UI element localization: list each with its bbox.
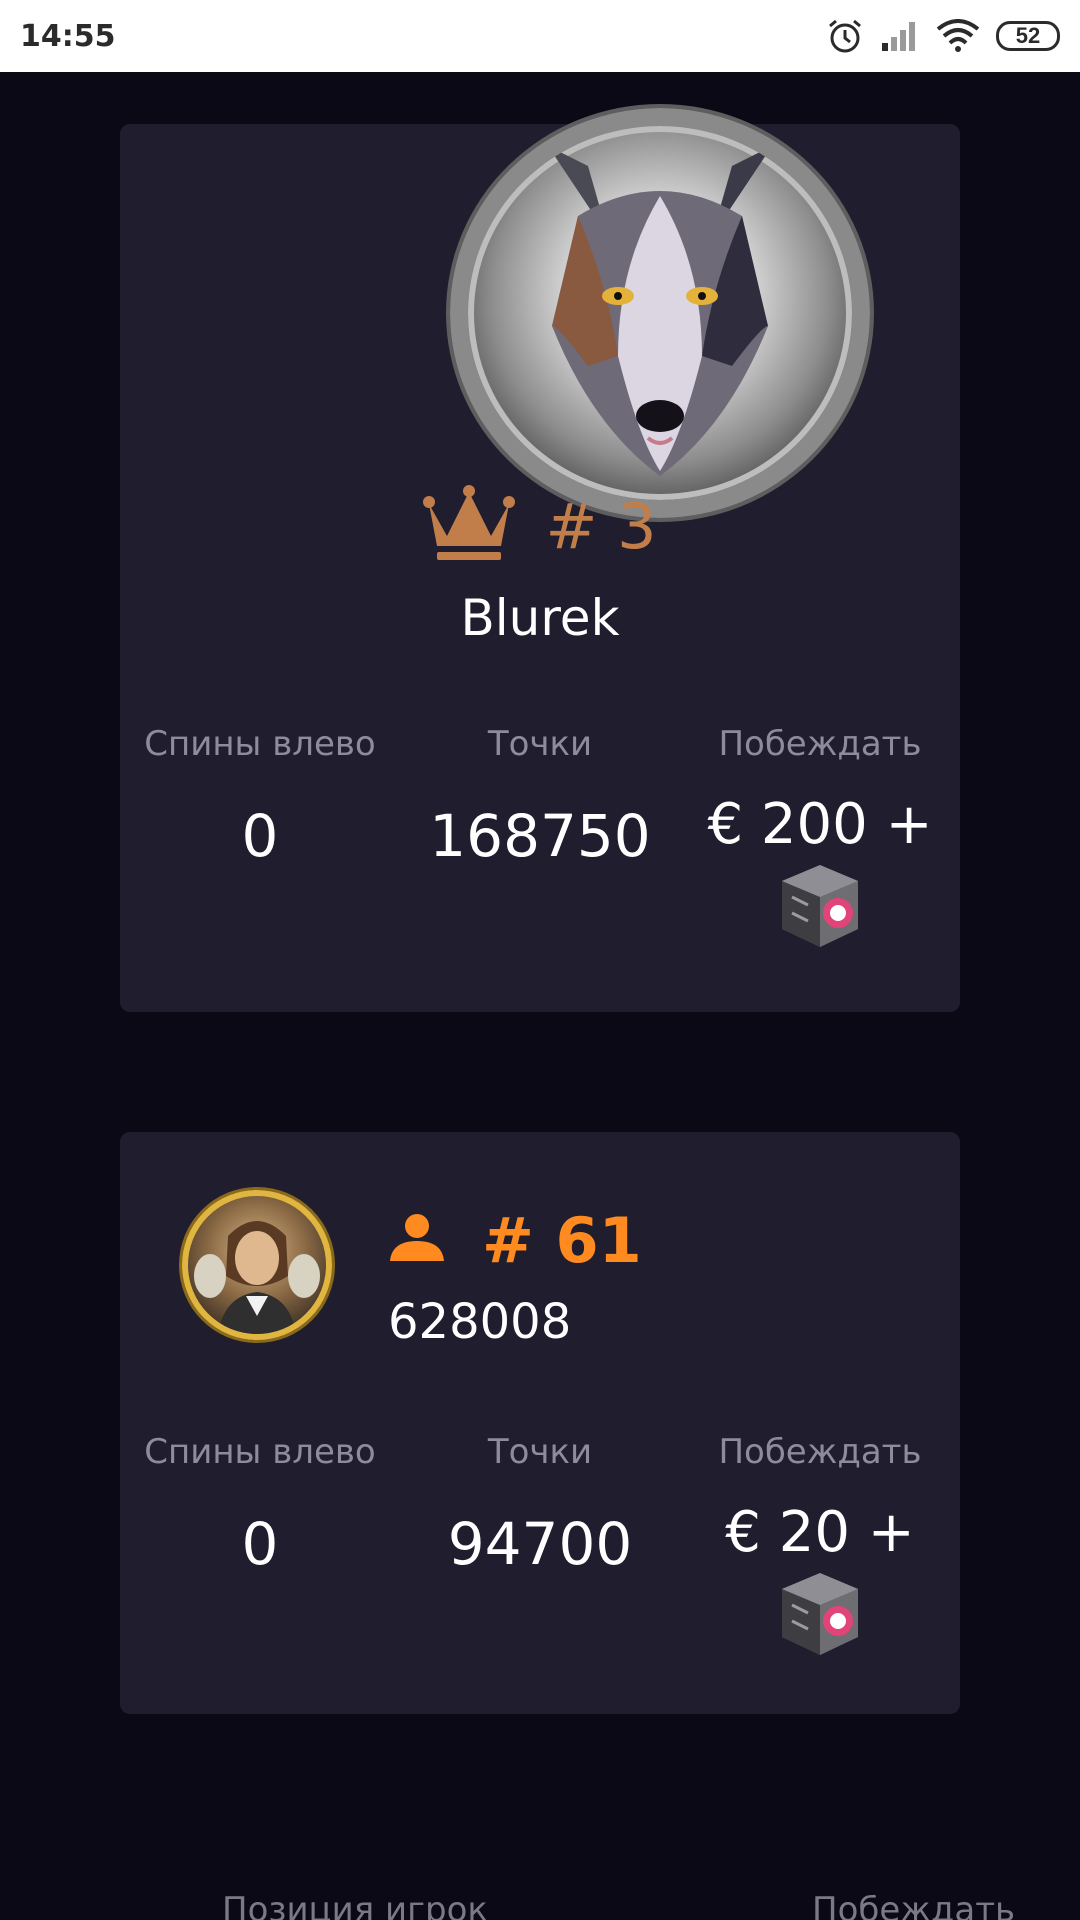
points-value: 94700 — [447, 1510, 633, 1578]
person-icon — [388, 1213, 446, 1268]
spins-stat: Спины влево 0 — [120, 1432, 400, 1661]
spins-label: Спины влево — [144, 1432, 376, 1472]
battery-icon: 52 — [996, 21, 1060, 51]
rank-number-bottom: # 61 — [482, 1204, 642, 1277]
status-time: 14:55 — [20, 18, 116, 54]
status-icons: 52 — [826, 17, 1060, 55]
player-name-top: Blurek — [460, 589, 620, 647]
points-label: Точки — [487, 1432, 593, 1472]
mystery-box-icon — [680, 1565, 960, 1661]
mystery-box-icon — [680, 857, 960, 953]
stats-bottom: Спины влево 0 Точки 94700 Побеждать € 20… — [120, 1432, 960, 1661]
rank-number-top: # 3 — [545, 490, 657, 563]
signal-icon — [880, 19, 920, 53]
win-stat: Побеждать € 200 + — [680, 724, 960, 953]
rank-line-top: # 3 — [120, 484, 960, 569]
footer-label-position: Позиция игрок — [222, 1890, 488, 1920]
stats-top: Спины влево 0 Точки 168750 Побеждать € 2… — [120, 724, 960, 953]
status-bar: 14:55 52 — [0, 0, 1080, 72]
leader-card-top: # 3 Blurek Спины влево 0 Точки 168750 По… — [120, 108, 960, 1012]
spins-stat: Спины влево 0 — [120, 724, 400, 953]
player-card: # 61 628008 Спины влево 0 Точки 94700 По… — [120, 1132, 960, 1714]
points-value: 168750 — [429, 802, 651, 870]
spins-label: Спины влево — [144, 724, 376, 764]
win-label: Побеждать — [718, 1432, 922, 1472]
crown-icon — [423, 484, 516, 569]
win-stat: Побеждать € 20 + — [680, 1432, 960, 1661]
footer-label-win: Побеждать — [812, 1890, 1016, 1920]
points-stat: Точки 94700 — [400, 1432, 680, 1661]
spins-value: 0 — [241, 802, 279, 870]
user-avatar — [182, 1190, 332, 1340]
rank-line-bottom: # 61 — [388, 1204, 642, 1277]
win-value: € 200 + — [707, 792, 933, 857]
wolf-avatar — [450, 108, 870, 518]
win-label: Побеждать — [718, 724, 922, 764]
footer-labels: Позиция игрок Побеждать — [0, 1890, 1080, 1920]
points-stat: Точки 168750 — [400, 724, 680, 953]
wifi-icon — [936, 19, 980, 53]
player-name-bottom: 628008 — [388, 1294, 572, 1350]
points-label: Точки — [487, 724, 593, 764]
spins-value: 0 — [241, 1510, 279, 1578]
alarm-icon — [826, 17, 864, 55]
win-value: € 20 + — [725, 1500, 915, 1565]
